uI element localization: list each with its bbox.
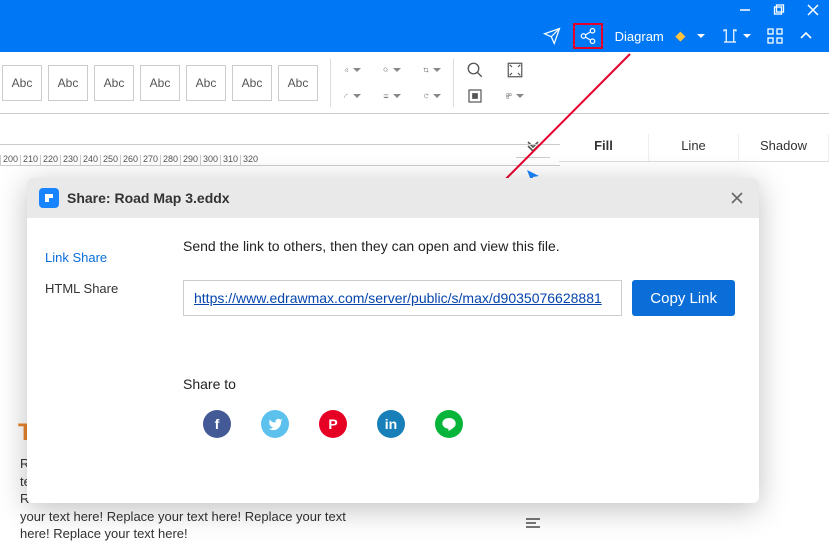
minimize-button[interactable] bbox=[739, 4, 751, 16]
text-fragment: your text here! Replace your text here! … bbox=[20, 509, 346, 524]
chevron-down-icon bbox=[743, 34, 751, 38]
ruler-tick: 210 bbox=[20, 155, 40, 165]
style-swatch[interactable]: Abc bbox=[186, 65, 226, 101]
align-tool-icon[interactable] bbox=[524, 516, 542, 535]
ruler-tick: 310 bbox=[220, 155, 240, 165]
close-window-button[interactable] bbox=[807, 4, 819, 16]
ruler-tick: 250 bbox=[100, 155, 120, 165]
dialog-header: Share: Road Map 3.eddx bbox=[27, 178, 759, 218]
dialog-sidebar: Link Share HTML Share bbox=[27, 218, 159, 503]
properties-tabs: Fill Line Shadow bbox=[559, 134, 829, 162]
separator bbox=[330, 59, 331, 107]
ruler-tick: 290 bbox=[180, 155, 200, 165]
twitter-icon[interactable] bbox=[261, 410, 289, 438]
tab-html-share[interactable]: HTML Share bbox=[39, 273, 147, 304]
facebook-icon[interactable]: f bbox=[203, 410, 231, 438]
zoom-icon[interactable] bbox=[466, 61, 484, 79]
linkedin-icon[interactable]: in bbox=[377, 410, 405, 438]
dialog-description: Send the link to others, then they can o… bbox=[183, 238, 735, 254]
style-swatch[interactable]: Abc bbox=[140, 65, 180, 101]
line-icon[interactable] bbox=[435, 410, 463, 438]
tab-link-share[interactable]: Link Share bbox=[39, 242, 147, 273]
ruler-tick: 270 bbox=[140, 155, 160, 165]
ruler-tick: 220 bbox=[40, 155, 60, 165]
share-button[interactable] bbox=[573, 23, 603, 49]
rotate-tool-icon[interactable] bbox=[423, 87, 441, 105]
ruler-tick: 240 bbox=[80, 155, 100, 165]
ribbon-toolbar: Abc Abc Abc Abc Abc Abc Abc bbox=[0, 52, 829, 114]
separator bbox=[453, 59, 454, 107]
app-logo-icon bbox=[39, 188, 59, 208]
collapse-ribbon-button[interactable] bbox=[795, 27, 817, 45]
restore-button[interactable] bbox=[773, 4, 785, 16]
copy-link-button[interactable]: Copy Link bbox=[632, 280, 735, 316]
send-button[interactable] bbox=[539, 25, 565, 47]
diamond-icon: ◆ bbox=[675, 28, 685, 44]
share-to-label: Share to bbox=[183, 376, 735, 392]
horizontal-ruler: 200 210 220 230 240 250 260 270 280 290 … bbox=[0, 144, 560, 166]
tab-line[interactable]: Line bbox=[649, 134, 739, 161]
share-url-field[interactable]: https://www.edrawmax.com/server/public/s… bbox=[183, 280, 622, 316]
fit-page-icon[interactable] bbox=[506, 61, 524, 79]
diagram-label: Diagram bbox=[615, 29, 664, 44]
actual-size-icon[interactable] bbox=[466, 87, 484, 105]
tab-shadow[interactable]: Shadow bbox=[739, 134, 829, 161]
window-titlebar bbox=[0, 0, 829, 20]
menubar: Diagram ◆ bbox=[0, 20, 829, 52]
close-dialog-button[interactable] bbox=[727, 188, 747, 208]
style-swatch[interactable]: Abc bbox=[48, 65, 88, 101]
dialog-title: Share: Road Map 3.eddx bbox=[67, 190, 230, 206]
style-swatch[interactable]: Abc bbox=[232, 65, 272, 101]
dialog-main: Send the link to others, then they can o… bbox=[159, 218, 759, 503]
style-swatch[interactable]: Abc bbox=[94, 65, 134, 101]
style-swatch[interactable]: Abc bbox=[278, 65, 318, 101]
tab-fill[interactable]: Fill bbox=[559, 134, 649, 161]
ruler-tick: 230 bbox=[60, 155, 80, 165]
ruler-tick: 280 bbox=[160, 155, 180, 165]
style-gallery: Abc Abc Abc Abc Abc Abc Abc bbox=[0, 65, 318, 101]
ruler-tick: 200 bbox=[0, 155, 20, 165]
pinterest-icon[interactable]: P bbox=[319, 410, 347, 438]
line-tool-icon[interactable] bbox=[343, 87, 361, 105]
shadow-tool-icon[interactable] bbox=[383, 61, 401, 79]
line-style-icon[interactable] bbox=[383, 87, 401, 105]
style-swatch[interactable]: Abc bbox=[2, 65, 42, 101]
crop-tool-icon[interactable] bbox=[423, 61, 441, 79]
text-fragment: here! Replace your text here! bbox=[20, 526, 188, 541]
fill-bucket-icon[interactable] bbox=[343, 61, 361, 79]
chevron-down-icon bbox=[697, 34, 705, 38]
diagram-menu[interactable]: Diagram ◆ bbox=[611, 26, 709, 46]
share-dialog: Share: Road Map 3.eddx Link Share HTML S… bbox=[27, 178, 759, 503]
ruler-tick: 320 bbox=[240, 155, 260, 165]
ruler-tick: 300 bbox=[200, 155, 220, 165]
ruler-tick: 260 bbox=[120, 155, 140, 165]
apps-button[interactable] bbox=[763, 26, 787, 46]
theme-menu[interactable] bbox=[717, 25, 755, 47]
grid-tool-icon[interactable] bbox=[506, 87, 524, 105]
